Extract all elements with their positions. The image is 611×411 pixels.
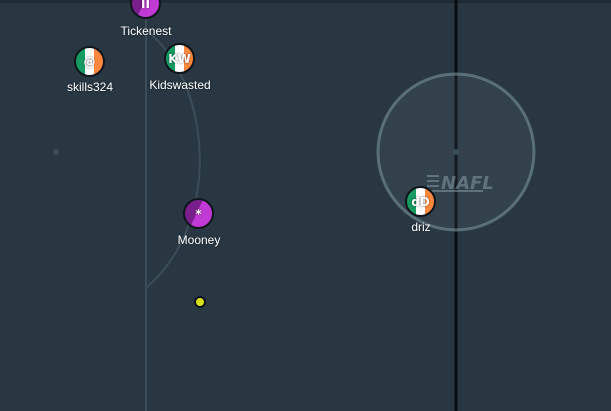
player-name: Kidswasted — [149, 78, 211, 92]
penalty-spot — [53, 149, 59, 155]
player-avatar[interactable]: dD — [405, 186, 436, 217]
top-boundary — [0, 0, 611, 3]
avatar-text: * — [195, 206, 202, 221]
player-name: Mooney — [177, 233, 221, 247]
ball — [194, 296, 206, 308]
player-name: Tickenest — [120, 24, 172, 38]
logo-text: NAFL — [441, 173, 494, 194]
avatar-text: dD — [411, 194, 430, 209]
player-name: skills324 — [66, 80, 114, 94]
player-avatar[interactable]: KW — [164, 43, 195, 74]
player-avatar[interactable]: @ — [74, 46, 105, 77]
avatar-text: @ — [83, 54, 96, 69]
avatar-text: II — [141, 0, 150, 11]
player-avatar[interactable]: * — [183, 198, 214, 229]
center-spot — [453, 149, 459, 155]
avatar-text: KW — [168, 51, 191, 66]
player-name: driz — [411, 220, 431, 234]
